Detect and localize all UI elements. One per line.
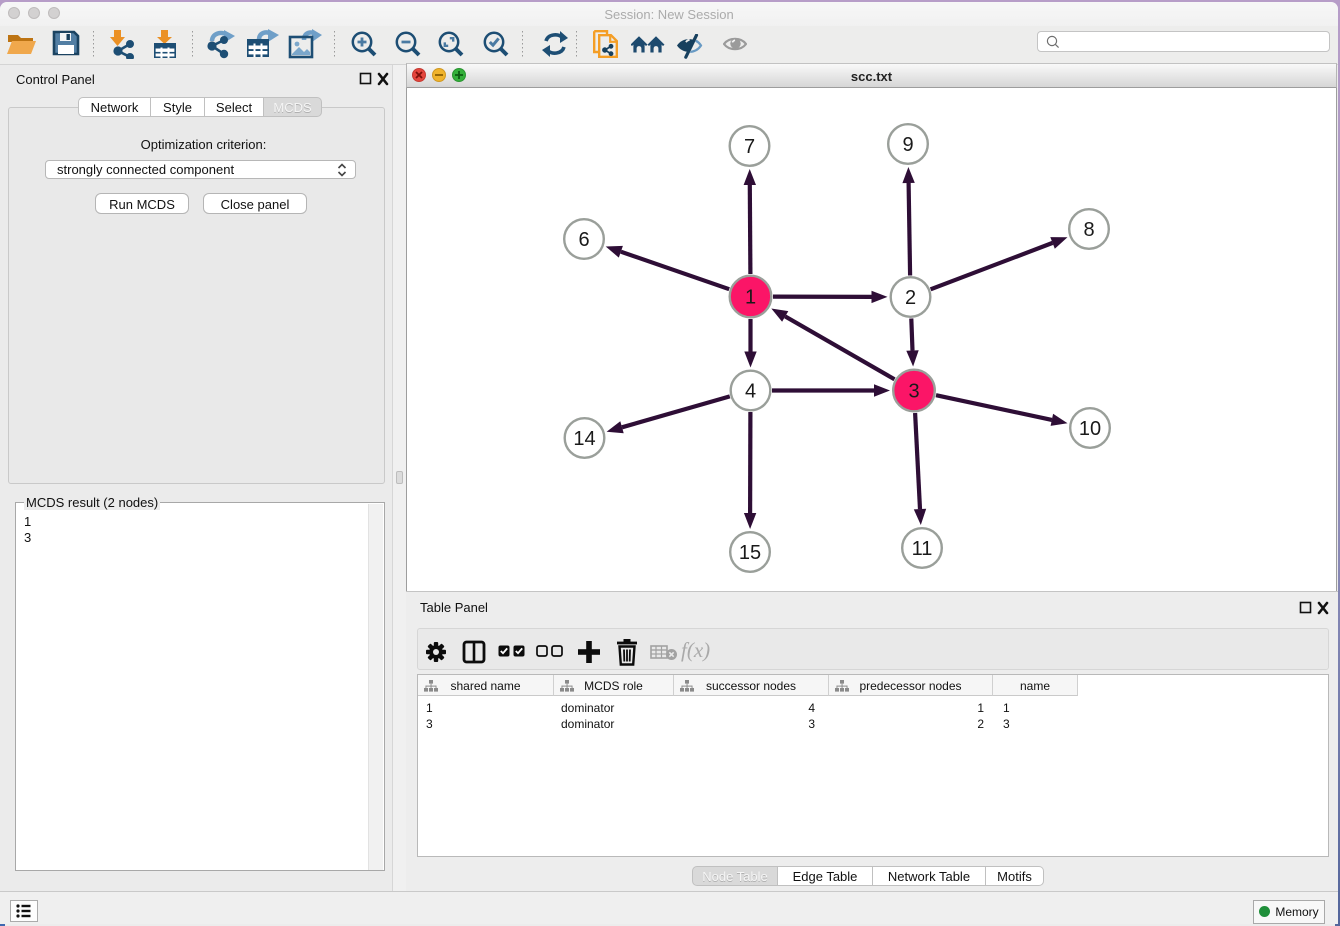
svg-text:10: 10: [1079, 418, 1101, 440]
svg-text:15: 15: [739, 542, 761, 564]
svg-text:9: 9: [902, 134, 913, 156]
svg-text:8: 8: [1083, 219, 1094, 241]
svg-text:7: 7: [744, 136, 755, 158]
svg-text:6: 6: [578, 229, 589, 251]
svg-text:3: 3: [908, 381, 919, 403]
svg-text:14: 14: [573, 428, 595, 450]
svg-text:1: 1: [745, 287, 756, 309]
svg-text:4: 4: [745, 381, 756, 403]
svg-text:11: 11: [912, 538, 933, 560]
svg-text:2: 2: [905, 287, 916, 309]
